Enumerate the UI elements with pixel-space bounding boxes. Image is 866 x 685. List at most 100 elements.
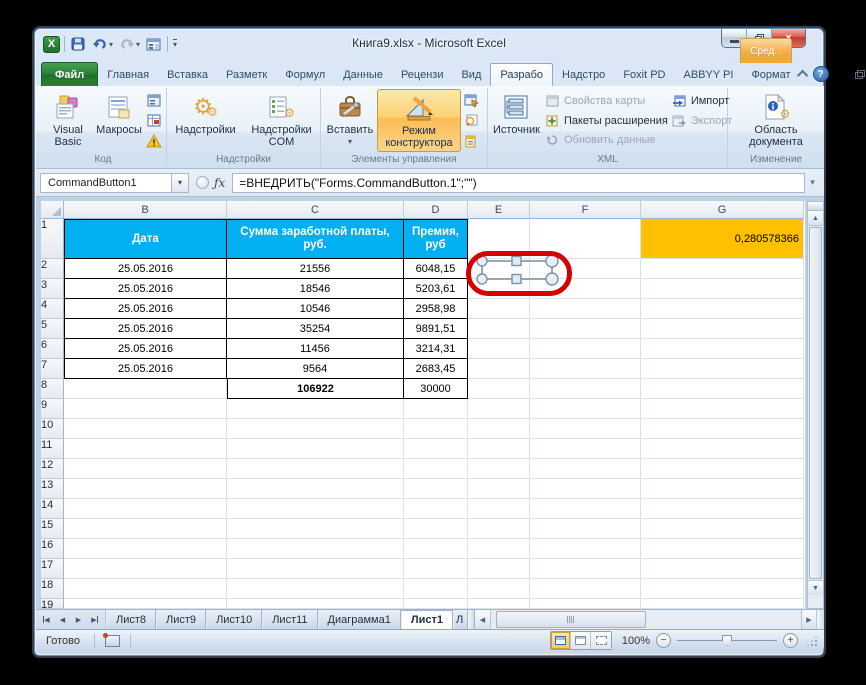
macros-button[interactable]: Макросы [94, 89, 144, 152]
grid-cell[interactable] [64, 519, 227, 539]
grid-cell[interactable] [468, 379, 530, 399]
tab-formulas[interactable]: Формул [276, 63, 334, 86]
grid-cell[interactable] [64, 579, 227, 599]
grid-cell[interactable] [64, 499, 227, 519]
grid-cell[interactable] [227, 459, 404, 479]
grid-cell[interactable] [641, 259, 804, 279]
workbook-restore-icon[interactable] [854, 69, 865, 79]
grid-cell[interactable] [641, 379, 804, 399]
grid-cell[interactable] [530, 299, 641, 319]
redo-button[interactable]: ▾ [118, 34, 141, 54]
cell-b8[interactable] [64, 379, 227, 399]
grid-cell[interactable] [404, 499, 468, 519]
row-header-12[interactable]: 12 [41, 459, 64, 479]
grid-cell[interactable] [641, 559, 804, 579]
normal-view-button[interactable] [551, 632, 571, 649]
expansion-packs-button[interactable]: Пакеты расширения [545, 112, 668, 130]
grid-cell[interactable] [530, 439, 641, 459]
tab-review[interactable]: Рецензи [392, 63, 453, 86]
tab-addins[interactable]: Надстро [553, 63, 614, 86]
grid-cell[interactable] [641, 499, 804, 519]
tab-abbyy[interactable]: ABBYY PI [675, 63, 743, 86]
grid-cell[interactable] [530, 459, 641, 479]
cell-b7[interactable]: 25.05.2016 [64, 359, 227, 379]
row-header-3[interactable]: 3 [41, 279, 64, 299]
grid-cell[interactable] [404, 519, 468, 539]
grid-cell[interactable] [64, 559, 227, 579]
grid-cell[interactable] [530, 599, 641, 609]
sheet-tab-overflow[interactable]: Л [452, 610, 468, 629]
undo-button[interactable]: ▾ [91, 34, 114, 54]
row-header-4[interactable]: 4 [41, 299, 64, 319]
grid-cell[interactable] [641, 279, 804, 299]
zoom-out-button[interactable]: − [656, 633, 671, 648]
grid-cell[interactable] [530, 319, 641, 339]
grid-cell[interactable] [468, 559, 530, 579]
row-header-17[interactable]: 17 [41, 559, 64, 579]
properties-icon[interactable] [462, 92, 480, 108]
cell-b6[interactable]: 25.05.2016 [64, 339, 227, 359]
tab-home[interactable]: Главная [98, 63, 158, 86]
cell-c8[interactable]: 106922 [227, 379, 404, 399]
com-addins-button[interactable]: ⚙ Надстройки COM [246, 89, 318, 152]
refresh-data-button[interactable]: Обновить данные [545, 131, 668, 149]
grid-cell[interactable] [404, 579, 468, 599]
grid-cell[interactable] [64, 539, 227, 559]
horizontal-scroll-thumb[interactable] [495, 611, 646, 628]
record-macro-status-icon[interactable] [102, 632, 120, 647]
cell-b2[interactable]: 25.05.2016 [64, 259, 227, 279]
cell-c7[interactable]: 9564 [227, 359, 404, 379]
row-header-7[interactable]: 7 [41, 359, 64, 379]
grid-cell[interactable] [530, 339, 641, 359]
scroll-down-icon[interactable]: ▼ [808, 580, 823, 595]
import-button[interactable]: Импорт [672, 92, 732, 110]
row-header-5[interactable]: 5 [41, 319, 64, 339]
qat-customize-button[interactable]: ▾ [172, 34, 178, 54]
addins-button[interactable]: ⚙ ⚙ Надстройки [170, 89, 242, 152]
grid-cell[interactable] [530, 559, 641, 579]
grid-cell[interactable] [468, 359, 530, 379]
row-header-13[interactable]: 13 [41, 479, 64, 499]
cell-d4[interactable]: 2958,98 [404, 299, 468, 319]
cell-b5[interactable]: 25.05.2016 [64, 319, 227, 339]
sheet-tab-list1-active[interactable]: Лист1 [400, 610, 453, 629]
tab-developer[interactable]: Разрабо [490, 63, 554, 86]
formula-collapse-icon[interactable] [196, 176, 209, 189]
tab-page-layout[interactable]: Разметк [217, 63, 276, 86]
row-header-1[interactable]: 1 [41, 219, 64, 259]
column-header-g[interactable]: G [641, 201, 804, 219]
hscroll-right-icon[interactable]: ▶ [801, 610, 817, 629]
grid-cell[interactable] [530, 379, 641, 399]
grid-cell[interactable] [404, 599, 468, 609]
grid-cell[interactable] [641, 599, 804, 609]
grid-cell[interactable] [530, 539, 641, 559]
grid-cell[interactable] [404, 559, 468, 579]
name-box[interactable]: CommandButton1 [40, 172, 172, 193]
zoom-level-label[interactable]: 100% [618, 635, 650, 647]
undo-dropdown-icon[interactable]: ▾ [109, 40, 113, 49]
macro-security-icon[interactable] [145, 133, 163, 149]
grid-cell[interactable] [404, 479, 468, 499]
row-header-9[interactable]: 9 [41, 399, 64, 419]
cell-c5[interactable]: 35254 [227, 319, 404, 339]
vertical-scrollbar[interactable]: ▲ ▼ [807, 201, 824, 609]
grid-cell[interactable] [641, 399, 804, 419]
row-header-6[interactable]: 6 [41, 339, 64, 359]
grid-cell[interactable] [530, 419, 641, 439]
prev-sheet-icon[interactable]: ◀ [55, 612, 70, 627]
hscroll-left-icon[interactable]: ◀ [474, 610, 491, 629]
resize-grip[interactable] [806, 635, 818, 647]
row-header-11[interactable]: 11 [41, 439, 64, 459]
row-header-19[interactable]: 19 [41, 599, 64, 609]
name-box-dropdown-icon[interactable]: ▾ [172, 172, 189, 193]
grid-cell[interactable] [404, 399, 468, 419]
row-header-10[interactable]: 10 [41, 419, 64, 439]
next-sheet-icon[interactable]: ▶ [71, 612, 86, 627]
last-sheet-icon[interactable]: ▶ [87, 612, 102, 627]
grid-cell[interactable] [641, 319, 804, 339]
grid-cell[interactable] [227, 559, 404, 579]
export-button[interactable]: Экспорт [672, 112, 732, 130]
cell-d2[interactable]: 6048,15 [404, 259, 468, 279]
grid-cell[interactable] [468, 539, 530, 559]
column-header-d[interactable]: D [404, 201, 468, 219]
